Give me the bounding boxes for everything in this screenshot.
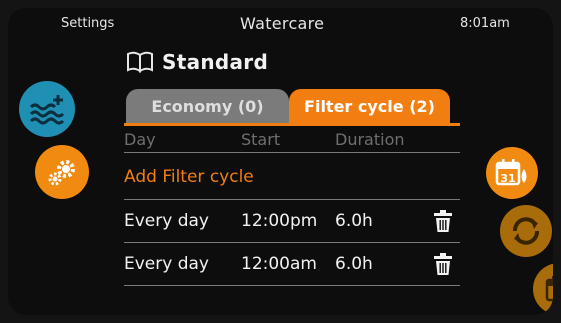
sync-button[interactable] [500,205,552,257]
settings-label[interactable]: Settings [61,16,114,31]
tab-bar: Economy (0) Filter cycle (2) [124,89,460,123]
tab-filter-cycle[interactable]: Filter cycle (2) [289,89,450,123]
row-duration: 6.0h [335,211,373,231]
tab-economy[interactable]: Economy (0) [126,89,289,123]
column-day: Day [124,130,156,149]
calendar-button[interactable] [533,263,553,315]
filter-cycle-table: Day Start Duration Add Filter cycle Ever… [124,126,460,286]
row-day: Every day [124,254,209,274]
table-row[interactable]: Every day 12:00am 6.0h [124,243,460,286]
table-row[interactable]: Every day 12:00pm 6.0h [124,200,460,243]
mode-header: Standard [126,49,268,75]
water-plus-icon [29,95,65,125]
clock: 8:01am [460,16,510,31]
column-start: Start [241,130,281,149]
row-start: 12:00pm [241,211,318,231]
gears-icon [48,160,75,186]
add-filter-cycle-button[interactable]: Add Filter cycle [124,153,460,200]
calendar-icon [545,276,553,302]
settings-gear-button[interactable] [35,145,89,199]
calendar-water-button[interactable]: 31 [486,147,538,199]
column-duration: Duration [335,130,405,149]
sync-icon [513,217,539,245]
top-bar: Settings Watercare 8:01am [8,8,553,38]
trash-icon[interactable] [433,210,453,232]
calendar-water-icon: 31 [495,159,527,186]
row-start: 12:00am [241,254,317,274]
trash-icon[interactable] [433,253,453,275]
page-title: Watercare [240,14,325,33]
water-plus-button[interactable] [19,81,75,137]
calendar-day: 31 [500,172,515,185]
screen-frame: Settings Watercare 8:01am Standard Econo… [8,8,553,315]
mode-title: Standard [162,50,269,74]
book-icon [127,51,153,73]
column-headers: Day Start Duration [124,126,460,153]
row-day: Every day [124,211,209,231]
row-duration: 6.0h [335,254,373,274]
add-filter-cycle-label: Add Filter cycle [124,167,254,187]
